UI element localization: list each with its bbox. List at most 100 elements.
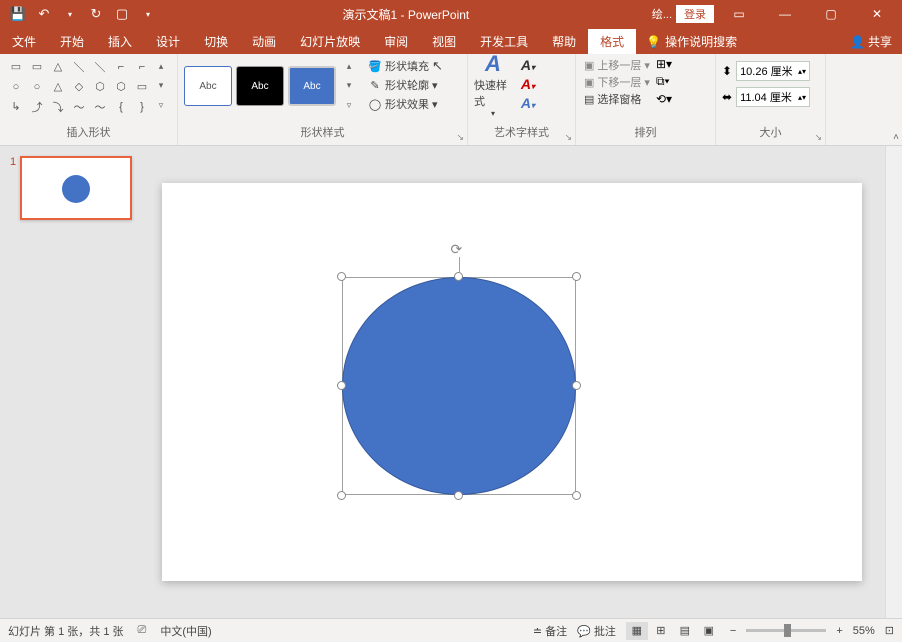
tab-insert[interactable]: 插入 [96,29,144,54]
close-button[interactable]: ✕ [856,0,898,28]
window-title: 演示文稿1 - PowerPoint [160,6,652,23]
tab-slideshow[interactable]: 幻灯片放映 [288,29,372,54]
resize-handle-t[interactable] [454,272,463,281]
quick-styles-button[interactable]: A 快速样式 ▾ [474,57,512,111]
send-backward-icon: ▣ [584,76,594,89]
slide-number: 1 [10,156,16,220]
group-shape-styles: Abc Abc Abc ▴▾▿ 🪣形状填充↖ ✎形状轮廓 ▾ ◯形状效果 ▾ 形… [178,54,468,145]
reading-view-button[interactable]: ▤ [674,622,696,640]
zoom-level[interactable]: 55% [853,625,875,637]
tab-file[interactable]: 文件 [0,29,48,54]
resize-handle-bl[interactable] [337,491,346,500]
thumbnail-pane[interactable]: 1 [0,146,152,618]
login-button[interactable]: 登录 [676,5,714,23]
style-preset-2[interactable]: Abc [236,66,284,106]
zoom-thumb[interactable] [784,624,791,637]
width-input[interactable]: 11.04 厘米▴▾ [736,87,810,107]
qat-customize[interactable]: ▾ [136,2,160,26]
tell-me-search[interactable]: 💡 操作说明搜索 [636,29,747,54]
vertical-scrollbar[interactable] [885,146,902,618]
tab-help[interactable]: 帮助 [540,29,588,54]
slide-count[interactable]: 幻灯片 第 1 张，共 1 张 [8,623,124,639]
group-label: 排列 [582,124,709,142]
spell-check-icon[interactable]: ⎚ [138,624,147,637]
shape-effects-button[interactable]: ◯形状效果 ▾ [364,95,447,113]
align-button[interactable]: ⊞▾ [656,57,672,71]
style-preset-3[interactable]: Abc [288,66,336,106]
notes-button[interactable]: ≐ 备注 [533,623,567,639]
zoom-out-button[interactable]: − [730,625,736,637]
resize-handle-tl[interactable] [337,272,346,281]
tab-transitions[interactable]: 切换 [192,29,240,54]
bring-forward-button[interactable]: ▣上移一层 ▾ [582,57,652,73]
tab-home[interactable]: 开始 [48,29,96,54]
shape-fill-label: 形状填充 [385,58,429,74]
rotate-handle[interactable]: ⟳ [451,241,467,257]
zoom-in-button[interactable]: + [836,625,842,637]
style-preset-1[interactable]: Abc [184,66,232,106]
resize-handle-br[interactable] [572,491,581,500]
tab-view[interactable]: 视图 [420,29,468,54]
selection-pane-icon: ▤ [584,93,594,106]
tab-developer[interactable]: 开发工具 [468,29,540,54]
ribbon: ▭▭△＼＼⌐⌐ ○○△◇⬡⬡▭ ↳⤴⤵〜〜{} ▴▾▿ 插入形状 Abc Abc… [0,54,902,146]
height-input[interactable]: 10.26 厘米▴▾ [736,61,810,81]
shapes-gallery-more[interactable]: ▴▾▿ [154,57,168,115]
undo-dropdown[interactable]: ▾ [58,2,82,26]
send-backward-button[interactable]: ▣下移一层 ▾ [582,74,652,90]
slide-editor[interactable]: ⟳ [152,146,885,618]
dialog-launcher[interactable]: ↘ [564,132,572,143]
share-button[interactable]: 👤 共享 [840,29,902,54]
normal-view-button[interactable]: ▦ [626,622,648,640]
collapse-ribbon-button[interactable]: ˄ [893,132,899,143]
save-button[interactable]: 💾 [6,2,30,26]
share-icon: 👤 [850,35,865,49]
zoom-slider[interactable] [746,629,826,632]
lightbulb-icon: 💡 [646,35,661,49]
language-button[interactable]: 中文(中国) [160,623,211,639]
group-label: 形状样式 [184,124,461,142]
group-button[interactable]: ⧉▾ [656,74,672,89]
text-effects-button[interactable]: A▾ [518,95,538,111]
tab-format[interactable]: 格式 [588,29,636,54]
redo-button[interactable]: ↻ [84,2,108,26]
bring-forward-icon: ▣ [584,59,594,72]
style-gallery[interactable]: Abc Abc Abc ▴▾▿ [184,57,356,115]
resize-handle-l[interactable] [337,381,346,390]
slide-canvas[interactable]: ⟳ [162,183,862,581]
selected-shape[interactable]: ⟳ [342,277,576,495]
resize-handle-tr[interactable] [572,272,581,281]
undo-button[interactable]: ↶ [32,2,56,26]
titlebar: 💾 ↶ ▾ ↻ ▢ ▾ 演示文稿1 - PowerPoint 绘... 登录 ▭… [0,0,902,28]
group-label: 大小 [722,124,819,142]
fit-to-window-button[interactable]: ⊡ [885,624,894,637]
text-outline-button[interactable]: A▾ [518,76,538,92]
group-size: ⬍ 10.26 厘米▴▾ ⬌ 11.04 厘米▴▾ 大小 ↘ [716,54,826,145]
minimize-button[interactable]: — [764,0,806,28]
oval-shape[interactable] [342,277,576,495]
selection-pane-button[interactable]: ▤选择窗格 [582,91,652,107]
tab-animations[interactable]: 动画 [240,29,288,54]
shapes-gallery[interactable]: ▭▭△＼＼⌐⌐ ○○△◇⬡⬡▭ ↳⤴⤵〜〜{} [6,57,152,116]
ribbon-display-options[interactable]: ▭ [718,0,760,28]
tab-review[interactable]: 审阅 [372,29,420,54]
slideshow-button[interactable]: ▣ [698,622,720,640]
tab-design[interactable]: 设计 [144,29,192,54]
shape-outline-button[interactable]: ✎形状轮廓 ▾ [364,76,447,94]
resize-handle-r[interactable] [572,381,581,390]
ribbon-tabs: 文件 开始 插入 设计 切换 动画 幻灯片放映 审阅 视图 开发工具 帮助 格式… [0,28,902,54]
dialog-launcher[interactable]: ↘ [814,132,822,143]
fill-icon: 🪣 [368,59,382,73]
resize-handle-b[interactable] [454,491,463,500]
shape-fill-button[interactable]: 🪣形状填充↖ [364,57,447,75]
group-insert-shapes: ▭▭△＼＼⌐⌐ ○○△◇⬡⬡▭ ↳⤴⤵〜〜{} ▴▾▿ 插入形状 [0,54,178,145]
comments-button[interactable]: 💬 批注 [577,623,616,639]
slide-thumbnail-1[interactable] [20,156,132,220]
maximize-button[interactable]: ▢ [810,0,852,28]
height-icon: ⬍ [722,64,732,78]
dialog-launcher[interactable]: ↘ [456,132,464,143]
text-fill-button[interactable]: A▾ [518,57,538,73]
slide-sorter-button[interactable]: ⊞ [650,622,672,640]
start-from-beginning-button[interactable]: ▢ [110,2,134,26]
rotate-button[interactable]: ⟲▾ [656,92,672,106]
